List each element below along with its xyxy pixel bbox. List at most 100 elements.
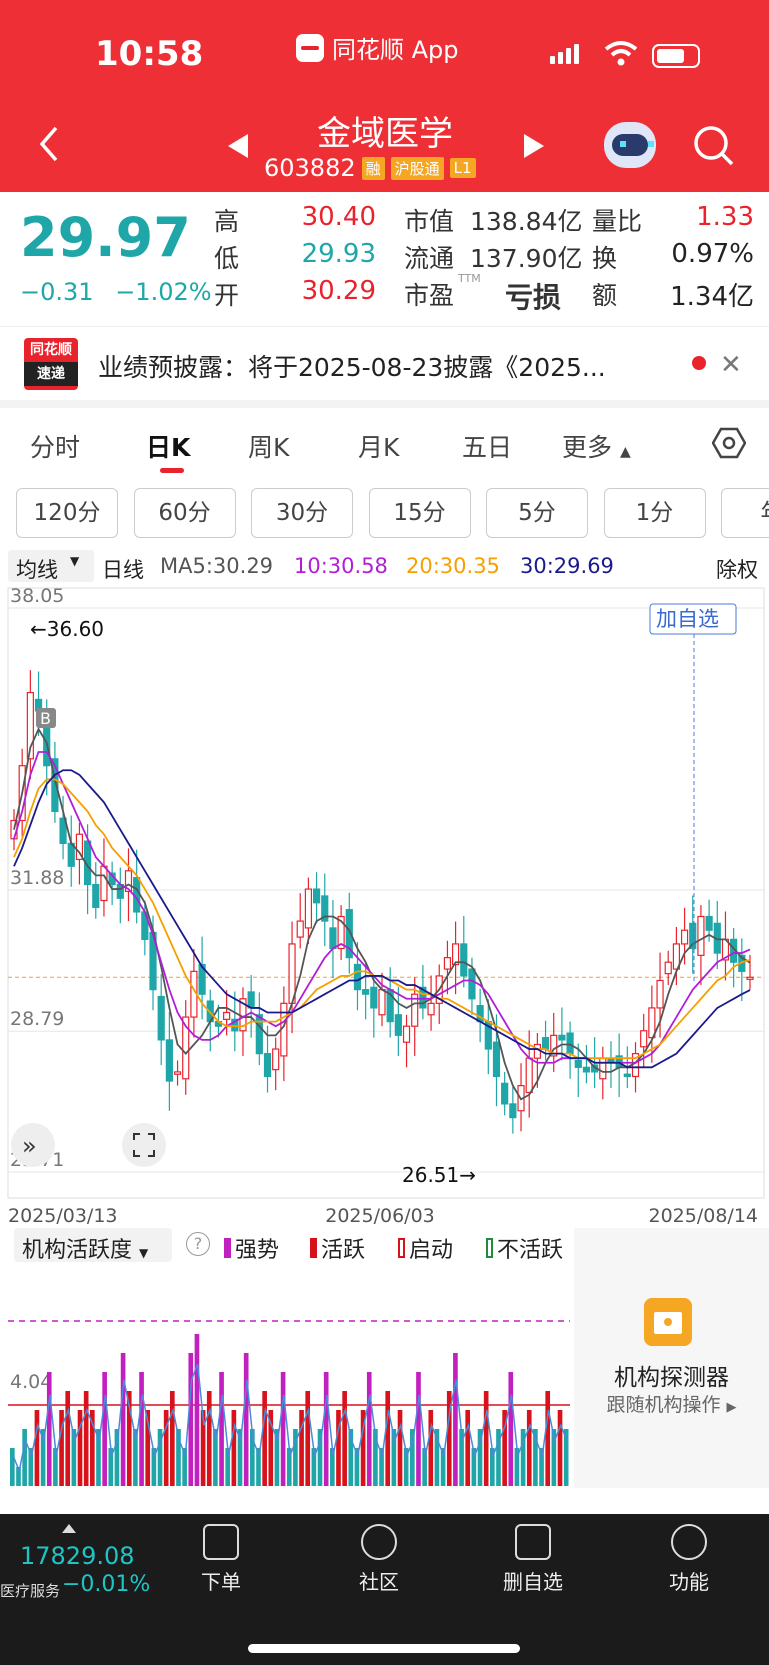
y-tick-label: 31.88 [10,867,64,889]
clock: 10:58 [95,34,204,74]
activity-bar [10,1448,15,1486]
candle-body [296,920,304,938]
home-indicator [248,1644,520,1653]
news-text: 业绩预披露：将于2025-08-23披露《2025... [98,353,606,382]
period-button[interactable]: 5分 [486,488,588,538]
stock-code-row: 603882 融 沪股通 L1 [264,154,476,182]
expand-up-icon[interactable] [62,1524,76,1533]
period-label: 日线 [102,558,144,582]
candle-body [329,927,337,950]
wifi-icon [604,41,638,66]
period-button[interactable]: 年 [721,488,769,538]
activity-bar [557,1410,563,1486]
remove-watch-label: 删自选 [503,1570,563,1594]
legend-swatch [486,1238,493,1258]
close-icon[interactable]: ✕ [720,350,742,380]
activity-bar [206,1391,212,1486]
candle-body [100,865,108,902]
stock-header: 金域医学 603882 融 沪股通 L1 [0,100,769,192]
activity-bar [139,1372,144,1486]
index-value[interactable]: 17829.08 [20,1542,135,1570]
tab-weekly-k[interactable]: 周K [248,428,289,464]
active-tab-indicator [160,468,184,473]
candle-body [525,1057,533,1094]
settings-icon[interactable] [712,426,746,460]
function-label: 功能 [669,1570,709,1594]
activity-bar [526,1410,532,1486]
change-percent: −1.02% [115,278,212,306]
pe-superscript: TTM [458,272,481,285]
last-price: 29.97 [20,206,191,269]
candle-body [394,1014,402,1036]
indicator-y-tick: 4.04 [10,1371,52,1393]
period-button[interactable]: 60分 [133,488,236,538]
order-icon [203,1524,239,1560]
activity-bar [231,1410,237,1486]
tab-more[interactable]: 更多 ▲ [562,428,631,464]
legend-swatch [310,1238,317,1258]
candle-body [165,1039,173,1082]
community-button[interactable]: 社区 [334,1524,424,1595]
ma30-value: 30:29.69 [520,554,614,578]
candle-body [492,1041,501,1078]
adjust-toggle[interactable]: 除权 [716,554,758,584]
quote-label: 市值 [404,207,455,236]
activity-bar [453,1353,458,1486]
function-button[interactable]: 功能 [644,1524,734,1595]
remove-watch-button[interactable]: 删自选 [488,1524,578,1595]
activity-bar [280,1372,286,1486]
divider [0,400,769,408]
activity-bar [34,1410,40,1486]
quote-value: 亏损 [505,281,562,314]
app-name: 同花顺 App [332,36,459,64]
robot-assistant-icon[interactable] [604,122,656,168]
prev-stock-icon[interactable] [228,134,248,158]
candle-body [443,957,452,970]
candle-body [378,989,386,1016]
candle-body [697,915,705,956]
period-button[interactable]: 120分 [16,488,118,538]
period-button[interactable]: 15分 [368,488,471,538]
menu-icon [671,1524,707,1560]
candle-body [746,976,754,980]
candle-body [92,883,100,908]
activity-bar [120,1353,126,1486]
period-button[interactable]: 1分 [603,488,706,538]
period-button[interactable]: 30分 [251,488,353,538]
tab-five-day[interactable]: 五日 [462,428,512,464]
index-name: 医疗服务 [0,1582,61,1600]
news-logo-top: 同花顺 [30,342,72,358]
quote-value: 30.40 [301,202,376,232]
quote-label: 低 [214,244,240,273]
tab-daily-k[interactable]: 日K [146,428,190,464]
order-button[interactable]: 下单 [176,1524,266,1595]
activity-bar [508,1372,514,1486]
period-selector: 120分 60分 30分 15分 5分 1分年 [0,486,769,542]
help-icon[interactable]: ? [186,1232,210,1256]
next-stock-icon[interactable] [524,134,544,158]
kline-chart[interactable]: 38.0531.8828.7925.71←36.6026.51→B加自选2025… [0,584,769,1234]
candle-body [501,1082,509,1105]
app-logo-icon [296,33,324,62]
stock-code: 603882 [264,154,356,182]
candle-body [402,1025,411,1043]
candle-body [157,995,165,1041]
dropdown-icon: ▼ [70,554,80,568]
candle-body [599,1057,607,1080]
tab-intraday[interactable]: 分时 [30,428,80,464]
candle-body [173,1071,182,1075]
legend-item: 强势 [224,1232,279,1264]
news-banner[interactable]: 同花顺 速递 业绩预披露：将于2025-08-23披露《2025... [0,328,769,400]
tab-monthly-k[interactable]: 月K [358,428,399,464]
institution-detector[interactable]: 机构探测器 跟随机构操作 ▶ [574,1228,769,1488]
back-icon[interactable] [30,122,70,166]
ma10-value: 10:30.58 [294,554,388,578]
quote-label: 额 [592,281,618,310]
tab-more-label: 更多 [562,433,613,462]
ma-selector-label: 均线 [16,558,58,582]
activity-bar [465,1410,471,1486]
price-change: −0.31 −1.02% [20,278,212,306]
indicator-selector[interactable]: 机构活跃度 ▼ [14,1228,172,1263]
candle-body [558,1034,566,1041]
search-icon[interactable] [692,124,734,166]
